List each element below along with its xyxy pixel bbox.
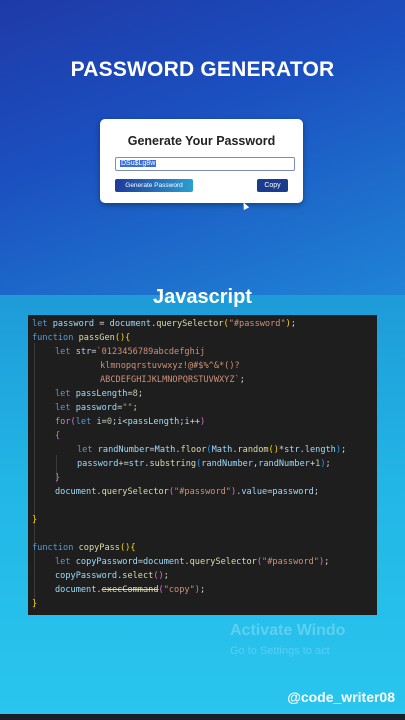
code-line-1: let password = document.querySelector("#… [32,319,296,329]
code-line-18: function copyPass(){ [32,543,136,553]
copy-button[interactable]: Copy [257,179,288,192]
code-line-20: copyPassword.select(); [55,571,169,581]
code-line-2: function passGen(){ [32,333,131,343]
code-line-11: password+=str.substring(randNumber,randN… [77,459,331,469]
code-line-3: let str=`0123456789abcdefghij [55,347,206,357]
activation-watermark-subtitle: Go to Settings to act [230,645,330,657]
code-line-22: } [32,599,38,609]
code-line-6: let passLength=8; [55,389,144,399]
code-line-5: ABCDEFGHIJKLMNOPQRSTUVWXYZ`; [100,375,245,385]
code-line-10: let randNumber=Math.floor(Math.random()*… [77,445,347,455]
page-title: PASSWORD GENERATOR [70,58,335,81]
activation-watermark-title: Activate Windo [230,622,346,639]
indent-guide [34,343,35,609]
author-handle: @code_writer08 [287,689,395,705]
card-title: Generate Your Password [127,134,276,148]
section-title: Javascript [153,286,252,308]
code-line-7: let password=""; [55,403,138,413]
code-line-8: for(let i=0;i<passLength;i++) [55,417,206,427]
code-line-4: klmnopqrstuvwxyz!@#$%^&*()? [100,361,240,371]
bottom-bar [0,714,405,720]
password-card: Generate Your Password DSu$Lg8w Generate… [100,119,303,203]
code-line-19: let copyPassword=document.querySelector(… [55,557,330,567]
code-line-15: } [32,515,38,525]
generate-password-button[interactable]: Generate Password [115,179,193,192]
code-line-13: document.querySelector("#password").valu… [55,487,319,497]
code-line-12: } [55,473,61,483]
code-line-21: document.execCommand("copy"); [55,585,206,595]
code-editor: let password = document.querySelector("#… [28,315,377,615]
code-line-9: { [55,431,61,441]
password-input[interactable]: DSu$Lg8w [115,157,295,171]
password-value: DSu$Lg8w [120,160,157,167]
